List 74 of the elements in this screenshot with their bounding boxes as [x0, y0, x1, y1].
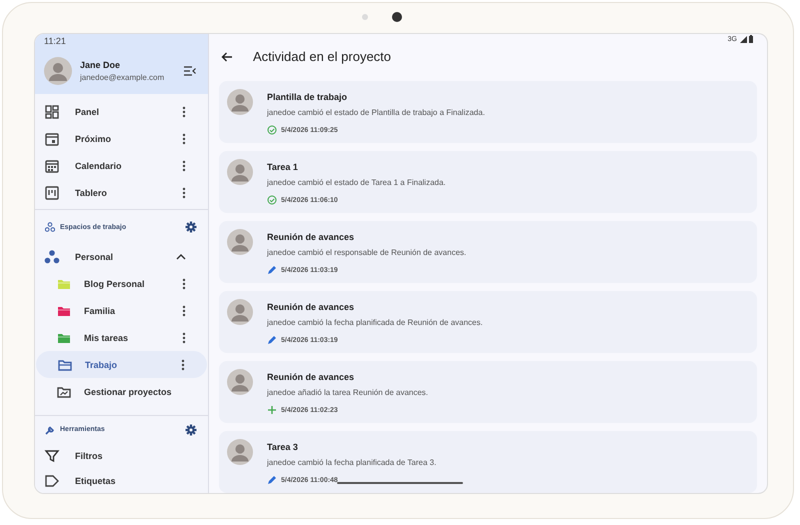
nav-label: Filtros: [75, 450, 104, 461]
workspace-icon: [44, 249, 60, 266]
sensor-icon: [362, 14, 368, 20]
nav-item[interactable]: Calendario: [35, 152, 208, 179]
calendar-icon: [44, 130, 60, 146]
workspaces-icon: [45, 222, 55, 232]
nav-item[interactable]: Trabajo: [36, 351, 207, 378]
more-icon: [182, 160, 186, 172]
activity-description: janedoe cambió el responsable de Reunión de avances.: [267, 247, 466, 259]
nav-item[interactable]: Mis tareas: [35, 324, 208, 352]
avatar-icon: [227, 89, 253, 115]
avatar-icon: [227, 439, 253, 465]
activity-title: Reunión de avances: [267, 231, 356, 244]
activity-description: janedoe añadió la tarea Reunión de avances.: [267, 387, 428, 399]
nav-label: Gestionar proyectos: [84, 386, 173, 397]
more-icon: [182, 186, 186, 198]
settings-icon: [185, 221, 197, 234]
more-icon: [182, 332, 186, 344]
activity-description: janedoe cambió el estado de Tarea 1 a Finalizada.: [267, 177, 446, 189]
nav-item[interactable]: Gestionar proyectos: [35, 378, 208, 406]
page-title: Actividad en el proyecto: [253, 49, 392, 64]
collapse-menu-button[interactable]: [182, 64, 198, 78]
nav-label: Próximo: [75, 134, 112, 144]
nav-label: Panel: [75, 106, 100, 116]
nav-label: Familia: [84, 306, 116, 316]
back-button[interactable]: [219, 50, 235, 64]
nav-item[interactable]: Familia: [35, 297, 208, 324]
nav-label: Etiquetas: [75, 476, 117, 486]
status-time: 11:21: [44, 36, 66, 46]
more-icon: [182, 132, 186, 144]
nav-item[interactable]: Próximo: [35, 125, 208, 152]
workspace-group[interactable]: Personal: [35, 244, 208, 270]
activity-title: Tarea 3: [267, 441, 299, 454]
activity-description: janedoe cambió la fecha planificada de Tarea 3.: [267, 457, 436, 469]
calendar-icon: [44, 158, 60, 174]
nav-label: Personal: [75, 252, 114, 262]
signal-icon: [740, 36, 747, 43]
nav-item[interactable]: Etiquetas: [35, 468, 208, 493]
avatar-icon: [227, 229, 253, 255]
activity-title: Reunión de avances: [267, 371, 356, 384]
camera-icon: [392, 12, 402, 22]
nav-item[interactable]: Blog Personal: [35, 270, 208, 298]
activity-description: janedoe cambió la fecha planificada de Reunión de avances.: [267, 317, 483, 329]
nav-label: Calendario: [75, 160, 123, 170]
user-email: janedoe@example.com: [80, 73, 166, 82]
user-name: Jane Doe: [80, 60, 122, 70]
activity-description: janedoe cambió el estado de Plantilla de trabajo a Finalizada.: [267, 107, 485, 119]
avatar-icon: [44, 57, 72, 85]
nav-label: Mis tareas: [84, 332, 130, 343]
nav-item[interactable]: Panel: [35, 98, 208, 125]
wrench-icon: [45, 424, 55, 435]
avatar-icon: [227, 159, 253, 185]
avatar-icon: [227, 369, 253, 395]
more-icon: [182, 106, 186, 118]
more-icon: [182, 278, 186, 290]
menu-collapse-icon: [184, 66, 196, 76]
filter-icon: [44, 448, 60, 464]
activity-title: Plantilla de trabajo: [267, 91, 348, 104]
nav-label: Tablero: [75, 188, 108, 198]
battery-icon: [749, 35, 753, 44]
more-icon: [182, 304, 186, 317]
avatar-icon: [227, 299, 253, 325]
dashboard-icon: [44, 104, 60, 120]
nav-item[interactable]: Tablero: [35, 179, 208, 206]
nav-label: Trabajo: [85, 360, 118, 370]
back-arrow-icon: [221, 52, 233, 62]
nav-label: Blog Personal: [84, 278, 146, 289]
nav-item[interactable]: Filtros: [35, 443, 208, 468]
settings-icon: [185, 424, 197, 436]
more-icon: [181, 358, 185, 371]
tag-icon: [44, 472, 60, 489]
board-icon: [44, 184, 60, 200]
activity-title: Tarea 1: [267, 161, 299, 174]
activity-title: Reunión de avances: [267, 301, 356, 314]
